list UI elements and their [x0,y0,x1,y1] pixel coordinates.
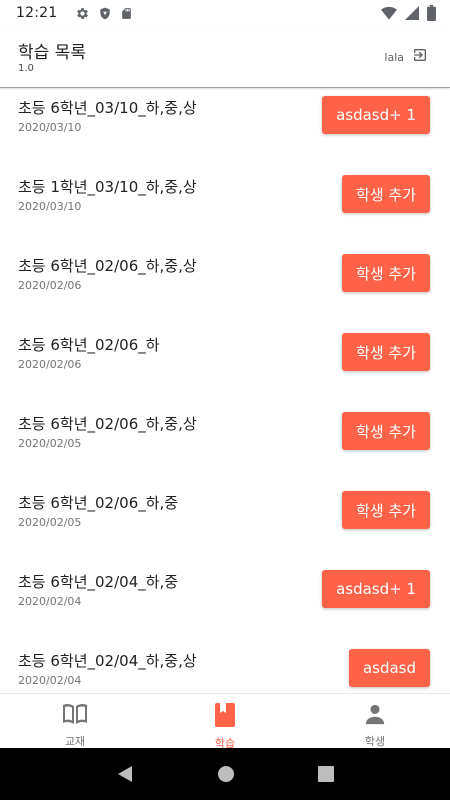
item-date: 2020/02/04 [18,595,82,608]
account-name: lala [384,50,404,64]
item-date: 2020/02/06 [18,279,82,292]
person-icon [364,703,386,729]
item-date: 2020/02/04 [18,674,82,687]
item-date: 2020/02/06 [18,358,82,371]
add-student-button[interactable]: 학생 추가 [342,412,430,450]
add-student-button[interactable]: 학생 추가 [342,254,430,292]
item-title: 초등 1학년_03/10_하,중,상 [18,178,197,196]
item-title: 초등 6학년_02/04_하,중 [18,573,179,591]
item-action-button[interactable]: asdasd+ 1 [322,96,430,134]
item-title: 초등 6학년_02/06_하,중,상 [18,257,197,275]
study-list[interactable]: 초등 6학년_03/10_하,중,상 2020/03/10 asdasd+ 1 … [0,88,450,693]
shield-icon [98,6,112,21]
system-navigation-bar [0,748,450,800]
status-system-icons [381,5,436,21]
status-bar: 12:21 [0,0,450,26]
list-item[interactable]: 초등 6학년_02/06_하 2020/02/06 학생 추가 [0,325,450,404]
list-item[interactable]: 초등 6학년_02/04_하,중 2020/02/04 asdasd+ 1 [0,562,450,641]
tab-textbook[interactable]: 교재 [0,694,150,748]
page-title: 학습 목록 [18,43,86,63]
app-header: 학습 목록 1.0 lala [0,26,450,88]
item-title: 초등 6학년_03/10_하,중,상 [18,99,197,117]
battery-icon [427,5,436,21]
list-item[interactable]: 초등 6학년_02/04_하,중,상 2020/02/04 asdasd [0,641,450,693]
app-version: 1.0 [18,63,34,74]
add-student-button[interactable]: 학생 추가 [342,333,430,371]
item-date: 2020/02/05 [18,516,82,529]
status-time: 12:21 [16,5,58,21]
tab-students[interactable]: 학생 [300,694,450,748]
item-action-button[interactable]: asdasd+ 1 [322,570,430,608]
item-date: 2020/03/10 [18,200,82,213]
list-item[interactable]: 초등 6학년_02/06_하,중,상 2020/02/05 학생 추가 [0,404,450,483]
tab-textbook-label: 교재 [64,735,86,748]
item-title: 초등 6학년_02/06_하,중 [18,494,179,512]
account-logout-button[interactable]: lala [384,47,428,67]
item-date: 2020/02/05 [18,437,82,450]
book-icon [62,703,88,729]
add-student-button[interactable]: 학생 추가 [342,175,430,213]
tab-students-label: 학생 [364,735,386,748]
item-date: 2020/03/10 [18,121,82,134]
bottom-navigation: 교재 학습 학생 [0,693,450,750]
add-student-button[interactable]: 학생 추가 [342,491,430,529]
gear-icon [75,6,90,21]
home-icon[interactable] [217,765,235,783]
wifi-icon [381,6,397,20]
logout-icon[interactable] [412,47,428,67]
bookmark-book-icon [215,703,235,731]
status-notification-icons [75,6,133,21]
item-title: 초등 6학년_02/04_하,중,상 [18,652,197,670]
sd-card-icon [120,6,133,21]
recents-icon[interactable] [317,766,334,782]
list-item[interactable]: 초등 1학년_03/10_하,중,상 2020/03/10 학생 추가 [0,167,450,246]
item-action-button[interactable]: asdasd [348,649,430,687]
back-icon[interactable] [116,765,134,783]
item-title: 초등 6학년_02/06_하 [18,336,160,354]
signal-icon [405,6,419,20]
list-item[interactable]: 초등 6학년_03/10_하,중,상 2020/03/10 asdasd+ 1 [0,88,450,167]
tab-study[interactable]: 학습 [150,694,300,750]
list-item[interactable]: 초등 6학년_02/06_하,중,상 2020/02/06 학생 추가 [0,246,450,325]
list-item[interactable]: 초등 6학년_02/06_하,중 2020/02/05 학생 추가 [0,483,450,562]
item-title: 초등 6학년_02/06_하,중,상 [18,415,197,433]
